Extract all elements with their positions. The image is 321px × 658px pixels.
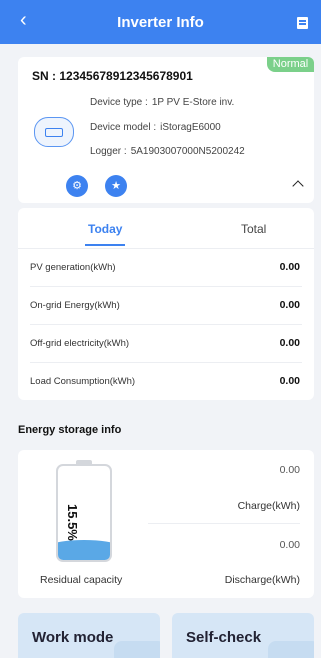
self-check-button[interactable]: Self-check (172, 613, 314, 658)
row-label: PV generation(kWh) (30, 262, 116, 273)
star-icon: ★ (111, 180, 121, 192)
row-value: 0.00 (279, 299, 300, 311)
row-value: 0.00 (279, 375, 300, 387)
energy-row-load-consumption: Load Consumption(kWh) 0.00 (30, 363, 302, 401)
row-value: 0.00 (279, 337, 300, 349)
settings-button[interactable]: ⚙ (66, 175, 88, 197)
energy-storage-card: 15.5% Residual capacity 0.00 Charge(kWh)… (18, 450, 314, 598)
logger-value: 5A1903007000N5200242 (130, 146, 245, 157)
device-type-label: Device type : (90, 97, 148, 108)
discharge-value: 0.00 (279, 539, 300, 551)
document-icon[interactable] (297, 17, 308, 29)
charge-label: Charge(kWh) (237, 500, 300, 512)
battery-icon: 15.5% (56, 464, 112, 562)
row-label: Off-grid electricity(kWh) (30, 338, 130, 349)
tab-total[interactable]: Total (241, 222, 266, 236)
residual-capacity-label: Residual capacity (40, 574, 123, 586)
divider (148, 523, 300, 524)
device-model-row: Device model : iStoragE6000 (90, 122, 221, 133)
sn-value: 12345678912345678901 (59, 69, 193, 83)
inverter-icon (34, 117, 74, 147)
energy-card: Today Total PV generation(kWh) 0.00 On-g… (18, 208, 314, 400)
device-type-row: Device type :1P PV E-Store inv. (90, 97, 234, 108)
section-title: Energy storage info (18, 424, 122, 436)
serial-number: SN : 12345678912345678901 (32, 69, 193, 83)
battery-level-fill (58, 540, 110, 560)
device-type-value: 1P PV E-Store inv. (151, 97, 235, 108)
energy-row-on-grid: On-grid Energy(kWh) 0.00 (30, 287, 302, 325)
work-mode-label: Work mode (32, 629, 114, 646)
charge-value: 0.00 (279, 464, 300, 476)
device-model-value: iStoragE6000 (160, 122, 221, 133)
favorite-button[interactable]: ★ (105, 175, 127, 197)
tab-today[interactable]: Today (88, 222, 122, 236)
logger-label: Logger : (90, 146, 127, 157)
self-check-label: Self-check (186, 629, 262, 646)
gear-icon: ⚙ (72, 180, 82, 192)
sn-label: SN : (32, 69, 56, 83)
chevron-up-icon[interactable] (292, 178, 304, 190)
battery-percent: 15.5% (65, 504, 80, 541)
device-model-label: Device model : (90, 122, 157, 133)
work-mode-button[interactable]: Work mode (18, 613, 160, 658)
energy-tabs: Today Total (18, 208, 314, 249)
logger-row: Logger :5A1903007000N5200242 (90, 146, 245, 157)
row-value: 0.00 (279, 261, 300, 273)
app-header: ‹ Inverter Info (0, 0, 321, 44)
decorative-shape (114, 641, 160, 658)
decorative-shape (268, 641, 314, 658)
discharge-label: Discharge(kWh) (224, 574, 300, 586)
active-tab-indicator (85, 244, 125, 246)
energy-row-off-grid: Off-grid electricity(kWh) 0.00 (30, 325, 302, 363)
status-badge: Normal (267, 57, 314, 72)
row-label: On-grid Energy(kWh) (30, 300, 120, 311)
page-title: Inverter Info (117, 14, 204, 31)
device-card: Normal SN : 12345678912345678901 Device … (18, 57, 314, 203)
row-label: Load Consumption(kWh) (30, 376, 136, 387)
energy-row-pv-generation: PV generation(kWh) 0.00 (30, 249, 302, 287)
